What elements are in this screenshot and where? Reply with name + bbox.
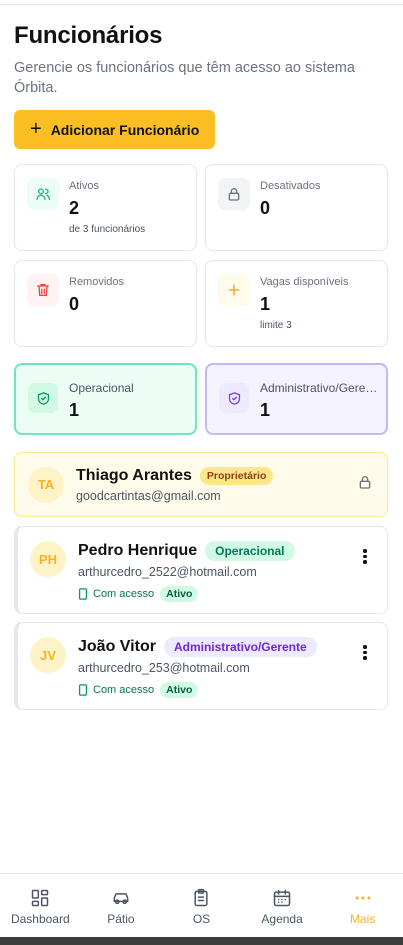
avatar: JV (30, 637, 66, 673)
status-badge: Ativo (160, 586, 199, 602)
stats-grid: Ativos 2 de 3 funcionários Desativados 0… (14, 164, 388, 347)
bottom-nav: Dashboard Pátio OS Agenda Mais (0, 873, 403, 937)
stat-label: Ativos (69, 180, 99, 192)
lock-icon (357, 474, 373, 495)
clipboard-icon (194, 888, 209, 907)
add-employee-label: Adicionar Funcionário (50, 121, 200, 138)
car-icon (113, 893, 129, 905)
employee-name: Pedro Henrique (78, 542, 198, 559)
role-filters: Operacional 1 Administrativo/Gerente 1 (14, 363, 388, 435)
employee-name: João Vitor (78, 638, 156, 655)
employee-email: goodcartintas@gmail.com (76, 488, 221, 503)
nav-label: Dashboard (10, 912, 70, 926)
nav-mais[interactable]: Mais (328, 888, 398, 937)
role-count: 1 (260, 400, 271, 420)
nav-label: OS (192, 912, 211, 926)
users-icon (27, 178, 59, 210)
owner-card: TA Thiago Arantes Proprietário goodcarti… (14, 452, 388, 517)
avatar: TA (28, 466, 64, 503)
stat-card-vagas: Vagas disponíveis 1 limite 3 (205, 260, 388, 347)
access-status: Com acesso (78, 684, 154, 696)
employee-email: arthurcedro_253@hotmail.com (78, 661, 250, 675)
stat-card-desativados: Desativados 0 (205, 164, 388, 251)
stat-sub: limite 3 (260, 320, 292, 331)
access-status: Com acesso (78, 588, 154, 600)
more-options-button[interactable] (357, 645, 373, 709)
owner-badge: Proprietário (199, 466, 274, 485)
shield-check-icon (28, 383, 58, 413)
stat-value: 0 (260, 198, 271, 218)
nav-label: Agenda (261, 912, 303, 926)
nav-dashboard[interactable]: Dashboard (5, 888, 75, 937)
employee-name: Thiago Arantes (76, 466, 192, 484)
stat-value: 0 (69, 294, 80, 314)
avatar: PH (30, 541, 66, 577)
dashboard-icon (32, 889, 49, 907)
page-header: Funcionários Gerencie os funcionários qu… (14, 22, 388, 149)
shield-check-icon (219, 383, 249, 413)
system-bar (0, 937, 403, 945)
role-card-administrativo[interactable]: Administrativo/Gerente 1 (205, 363, 388, 435)
nav-label: Pátio (107, 912, 135, 926)
access-label: Com acesso (93, 588, 155, 600)
role-card-operacional[interactable]: Operacional 1 (14, 363, 197, 435)
more-options-button[interactable] (357, 549, 373, 613)
lock-icon (218, 178, 250, 210)
page-title: Funcionários (14, 22, 163, 49)
role-badge: Administrativo/Gerente (163, 637, 317, 657)
stat-label: Desativados (260, 180, 321, 192)
add-employee-button[interactable]: + Adicionar Funcionário (14, 110, 216, 149)
top-divider (0, 0, 403, 5)
more-icon (355, 896, 371, 900)
phone-icon (78, 588, 88, 600)
plus-icon (218, 274, 250, 306)
nav-label: Mais (350, 912, 376, 926)
role-count: 1 (69, 400, 80, 420)
role-label: Administrativo/Gerente (260, 381, 378, 395)
role-badge: Operacional (205, 541, 295, 561)
calendar-icon (273, 889, 291, 907)
nav-agenda[interactable]: Agenda (247, 888, 317, 937)
access-label: Com acesso (93, 684, 155, 696)
role-label: Operacional (69, 381, 134, 395)
stat-value: 2 (69, 198, 80, 218)
nav-patio[interactable]: Pátio (86, 888, 156, 937)
employee-card[interactable]: PH Pedro Henrique Operacional arthurcedr… (14, 526, 388, 614)
stat-label: Removidos (69, 276, 125, 288)
phone-icon (78, 684, 88, 696)
stat-card-ativos: Ativos 2 de 3 funcionários (14, 164, 197, 251)
stat-value: 1 (260, 294, 271, 314)
employee-card[interactable]: JV João Vitor Administrativo/Gerente art… (14, 622, 388, 710)
status-badge: Ativo (160, 682, 199, 698)
stat-sub: de 3 funcionários (69, 224, 146, 235)
stat-card-removidos: Removidos 0 (14, 260, 197, 347)
plus-icon: + (30, 117, 42, 140)
employee-email: arthurcedro_2522@hotmail.com (78, 565, 257, 579)
nav-os[interactable]: OS (166, 888, 236, 937)
trash-icon (27, 274, 59, 306)
page-subtitle: Gerencie os funcionários que têm acesso … (14, 60, 355, 96)
stat-label: Vagas disponíveis (260, 276, 349, 288)
